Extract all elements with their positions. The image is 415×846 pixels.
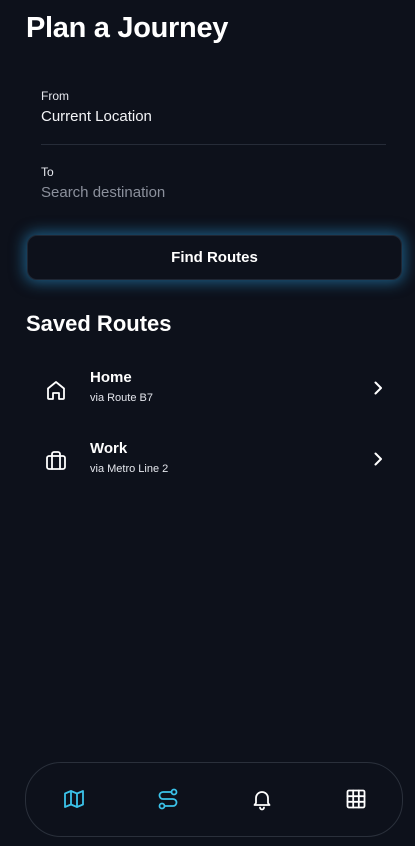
map-icon	[64, 790, 84, 808]
find-routes-button[interactable]: Find Routes	[27, 235, 402, 280]
grid-icon	[346, 789, 366, 809]
to-label: To	[41, 165, 54, 179]
nav-routes-button[interactable]	[156, 787, 180, 811]
from-field[interactable]: From Current Location	[41, 89, 386, 145]
journey-planner-screen: Plan a Journey From Current Location To …	[0, 0, 415, 846]
route-via: via Metro Line 2	[90, 463, 169, 475]
from-label: From	[41, 89, 69, 103]
page-title: Plan a Journey	[26, 12, 229, 44]
briefcase-icon	[44, 449, 68, 473]
route-name: Home	[90, 369, 132, 386]
to-field[interactable]: To	[41, 165, 386, 202]
route-via: via Route B7	[90, 392, 153, 404]
bell-icon	[253, 791, 271, 811]
saved-route-home[interactable]: Home via Route B7	[26, 365, 402, 421]
nav-alerts-button[interactable]	[250, 787, 274, 811]
from-value[interactable]: Current Location	[41, 108, 386, 125]
home-icon	[44, 378, 68, 402]
nav-map-button[interactable]	[62, 787, 86, 811]
route-name: Work	[90, 440, 128, 457]
route-icon	[158, 788, 178, 810]
bottom-nav	[25, 762, 403, 837]
chevron-right-icon	[368, 449, 388, 469]
chevron-right-icon	[368, 378, 388, 398]
saved-route-work[interactable]: Work via Metro Line 2	[26, 436, 402, 492]
saved-routes-title: Saved Routes	[26, 311, 172, 336]
nav-grid-button[interactable]	[344, 787, 368, 811]
destination-search-input[interactable]	[41, 184, 386, 201]
